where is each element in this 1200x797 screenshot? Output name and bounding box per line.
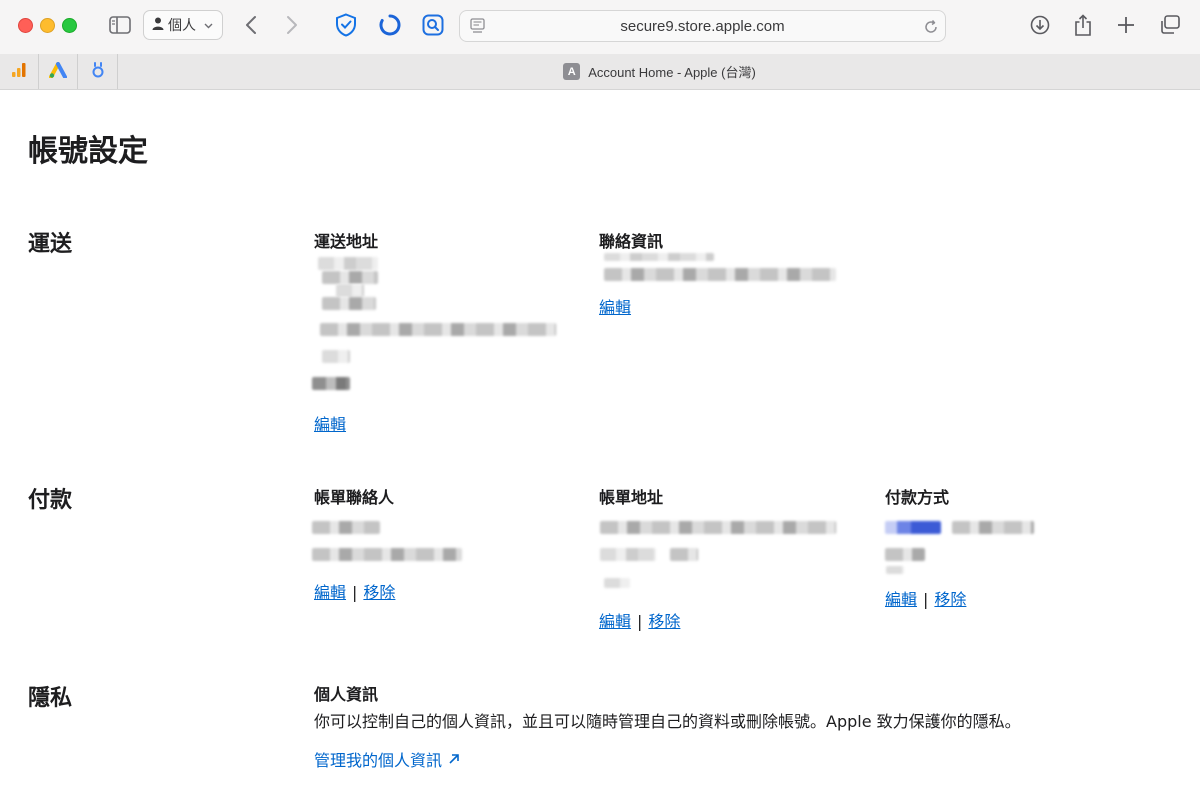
contact-info-actions: 編輯	[599, 294, 631, 318]
address-bar[interactable]: secure9.store.apple.com	[459, 10, 946, 42]
chevron-down-icon	[204, 17, 213, 33]
zoom-window-button[interactable]	[62, 18, 77, 33]
contact-info-title: 聯絡資訊	[599, 232, 664, 251]
share-icon[interactable]	[1072, 12, 1094, 38]
payment-method-remove-link[interactable]: 移除	[934, 590, 966, 609]
manage-personal-info-label: 管理我的個人資訊	[314, 751, 443, 770]
pinned-tab-ads[interactable]	[39, 54, 78, 89]
shipping-address-title: 運送地址	[314, 232, 379, 251]
action-separator: |	[352, 583, 358, 602]
browser-window: 個人 secure9.store.apple.com A Account Hom…	[0, 0, 1200, 797]
browser-toolbar: 個人 secure9.store.apple.com	[0, 0, 1200, 54]
url-text: secure9.store.apple.com	[620, 18, 785, 35]
sidebar-icon[interactable]	[107, 14, 133, 36]
billing-contact-actions: 編輯 | 移除	[314, 579, 395, 603]
action-separator: |	[637, 612, 643, 631]
new-tab-icon[interactable]	[1115, 14, 1137, 36]
profile-button[interactable]: 個人	[143, 10, 223, 40]
privacy-description: 你可以控制自己的個人資訊，並且可以隨時管理自己的資料或刪除帳號。Apple 致力…	[314, 712, 1021, 731]
billing-address-remove-link[interactable]: 移除	[648, 612, 680, 631]
section-label-privacy: 隱私	[28, 686, 73, 711]
action-separator: |	[923, 590, 929, 609]
billing-address-title: 帳單地址	[599, 488, 664, 507]
person-icon	[152, 17, 164, 34]
download-icon[interactable]	[1029, 14, 1051, 36]
tab-bar: A Account Home - Apple (台灣)	[0, 54, 1200, 90]
tab-title: Account Home - Apple (台灣)	[588, 65, 756, 80]
shipping-address-actions: 編輯	[314, 411, 346, 435]
ads-icon	[49, 61, 67, 82]
privacy-shield-icon[interactable]	[334, 12, 358, 38]
page-title: 帳號設定	[28, 134, 148, 169]
analytics-icon	[11, 62, 27, 82]
manage-personal-info-link[interactable]: 管理我的個人資訊	[314, 747, 460, 771]
payment-method-edit-link[interactable]: 編輯	[885, 590, 917, 609]
pinned-tab-search-console[interactable]	[79, 54, 118, 89]
contact-info-edit-link[interactable]: 編輯	[599, 298, 631, 317]
personal-info-title: 個人資訊	[314, 685, 379, 704]
billing-contact-remove-link[interactable]: 移除	[363, 583, 395, 602]
profile-label: 個人	[168, 18, 196, 34]
tab-account-home[interactable]: A Account Home - Apple (台灣)	[119, 54, 1200, 89]
search-extension-icon[interactable]	[420, 12, 446, 38]
apple-favicon-icon: A	[563, 63, 581, 80]
forward-icon[interactable]	[281, 13, 303, 37]
billing-address-actions: 編輯 | 移除	[599, 608, 680, 632]
billing-contact-edit-link[interactable]: 編輯	[314, 583, 346, 602]
search-console-icon	[90, 61, 106, 83]
payment-method-actions: 編輯 | 移除	[885, 586, 966, 610]
page-content: 帳號設定 運送 運送地址 編輯 聯絡資訊 編輯 付款 帳單聯絡人 編輯 | 移除…	[0, 90, 1200, 797]
section-label-payment: 付款	[28, 488, 73, 513]
minimize-window-button[interactable]	[40, 18, 55, 33]
billing-contact-title: 帳單聯絡人	[314, 488, 395, 507]
payment-method-title: 付款方式	[885, 488, 950, 507]
pinned-tab-analytics[interactable]	[0, 54, 39, 89]
arrow-up-right-icon	[448, 750, 460, 769]
loading-icon	[377, 12, 403, 38]
tab-overview-icon[interactable]	[1158, 14, 1182, 36]
billing-address-edit-link[interactable]: 編輯	[599, 612, 631, 631]
section-label-shipping: 運送	[28, 232, 73, 257]
back-icon[interactable]	[240, 13, 262, 37]
reload-icon[interactable]	[922, 18, 940, 36]
close-window-button[interactable]	[18, 18, 33, 33]
shipping-address-edit-link[interactable]: 編輯	[314, 415, 346, 434]
